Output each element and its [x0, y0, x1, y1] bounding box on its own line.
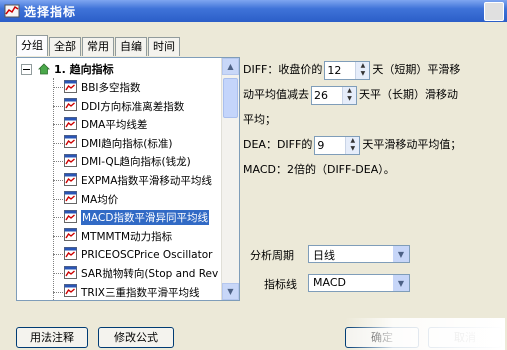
chart-icon: [63, 228, 77, 244]
tree-item-label: PRICEOSCPrice Oscillator: [81, 248, 213, 261]
tree-item-label: EXPMA指数平滑移动平均线: [81, 175, 212, 187]
tab-custom[interactable]: 自编: [115, 37, 147, 56]
tree-item-label: MTMMTM动力指标: [81, 230, 173, 243]
tree-item[interactable]: DMA平均线差: [53, 115, 222, 134]
dea-period-spinner[interactable]: 9 ▲ ▼: [314, 135, 361, 155]
tree-item[interactable]: MACD指数平滑异同平均线: [53, 208, 222, 227]
tree-connector: [53, 87, 63, 88]
tree-item-label: DMA平均线差: [81, 119, 148, 132]
chart-icon: [63, 284, 77, 300]
tree-connector: [53, 180, 63, 181]
tree-item[interactable]: MTMMTM动力指标: [53, 227, 222, 246]
indicator-tree[interactable]: 1. 趋向指标 BBI多空指数 DDI方向标准离差指数 DMA平均线差 DMI趋向指标…: [16, 57, 240, 301]
long-period-spinner[interactable]: 26 ▲ ▼: [311, 85, 357, 105]
tree-connector: [53, 291, 63, 293]
tree-connector: [53, 217, 63, 219]
indicator-line-select[interactable]: MACD ▼: [308, 274, 410, 292]
dea-label: DEA：DIFF的: [243, 138, 313, 151]
chart-icon: [63, 135, 77, 151]
tree-item-label: DDI方向标准离差指数: [81, 100, 185, 113]
tree-item-label: MACD指数平滑异同平均线: [81, 210, 209, 226]
chart-icon: [63, 191, 77, 207]
tree-connector: [53, 105, 63, 107]
usage-notes-button[interactable]: 用法注释: [16, 327, 88, 348]
tree-item-label: DMI-QL趋向指标(钱龙): [81, 156, 191, 169]
tree-content: 1. 趋向指标 BBI多空指数 DDI方向标准离差指数 DMA平均线差 DMI趋向指标…: [17, 58, 222, 300]
tab-all[interactable]: 全部: [49, 37, 81, 56]
tree-item-label: SAR抛物转向(Stop and Rev: [81, 268, 219, 280]
tree-root[interactable]: 1. 趋向指标: [17, 60, 114, 78]
chart-icon: [63, 172, 77, 189]
window-title: 选择指标: [24, 5, 77, 19]
chevron-down-icon[interactable]: ▼: [393, 246, 409, 262]
period-select[interactable]: 日线 ▼: [308, 245, 410, 263]
tree-scrollbar[interactable]: ▲ ▼: [221, 58, 239, 300]
tree-connector: [53, 273, 63, 274]
tree-item[interactable]: BBI多空指数: [53, 78, 222, 97]
tree-root-label: 1. 趋向指标: [54, 63, 114, 76]
chevron-down-icon[interactable]: ▼: [393, 275, 409, 291]
formula-description: DIFF：收盘价的 12 ▲ ▼ 天（短期）平滑移 动平均值减去 26 ▲ ▼ 天平（长期）滑移…: [243, 57, 503, 182]
tree-connector: [53, 142, 63, 144]
tree-item-label: BBI多空指数: [81, 82, 141, 94]
period-label: 分析周期: [250, 249, 294, 262]
tree-item[interactable]: PRICEOSCPrice Oscillator: [53, 245, 222, 264]
chart-icon: [63, 209, 77, 226]
collapse-icon[interactable]: [21, 63, 32, 75]
tree-item[interactable]: MA均价: [53, 190, 222, 209]
tab-common[interactable]: 常用: [82, 37, 114, 56]
macd-line: MACD：2倍的（DIFF-DEA）。: [243, 163, 395, 176]
tree-item[interactable]: DMI趋向指标(标准): [53, 134, 222, 153]
tab-bar: 分组 全部 常用 自编 时间: [16, 35, 181, 57]
scroll-thumb[interactable]: [223, 78, 238, 118]
tree-item-label: TRIX三重指数平滑平均线: [81, 286, 200, 299]
chart-icon: [63, 153, 77, 170]
chart-icon: [63, 116, 77, 133]
tree-item[interactable]: EXPMA指数平滑移动平均线: [53, 171, 222, 190]
tree-item-label: DMI趋向指标(标准): [81, 137, 173, 150]
edit-formula-button[interactable]: 修改公式: [98, 327, 174, 348]
tab-group[interactable]: 分组: [16, 35, 48, 56]
chart-icon: [63, 79, 77, 96]
watermark-overlay: [345, 318, 505, 350]
tree-connector: [53, 235, 63, 237]
tree-connector: [53, 124, 63, 126]
tree-connector: [53, 254, 63, 256]
chart-icon: [63, 265, 77, 282]
tab-time[interactable]: 时间: [148, 37, 180, 56]
scroll-down-button[interactable]: ▼: [222, 283, 239, 300]
tree-connector: [53, 161, 63, 163]
short-period-spinner[interactable]: 12 ▲ ▼: [324, 60, 371, 80]
app-icon: [4, 4, 20, 18]
title-bar: 选择指标: [0, 0, 507, 22]
tree-item[interactable]: DDI方向标准离差指数: [53, 97, 222, 116]
scroll-up-button[interactable]: ▲: [222, 58, 239, 75]
tree-item[interactable]: TRIX三重指数平滑平均线: [53, 283, 222, 300]
tree-item[interactable]: DMI-QL趋向指标(钱龙): [53, 152, 222, 171]
chart-icon: [63, 98, 77, 114]
tree-connector: [53, 198, 63, 200]
chart-icon: [63, 246, 77, 263]
indicator-line-label: 指标线: [264, 278, 297, 291]
diff-label: DIFF：收盘价的: [243, 63, 323, 76]
close-button[interactable]: [484, 2, 504, 21]
home-icon: [38, 63, 50, 75]
tree-item[interactable]: SAR抛物转向(Stop and Rev: [53, 264, 222, 283]
tree-item-label: MA均价: [81, 193, 119, 206]
